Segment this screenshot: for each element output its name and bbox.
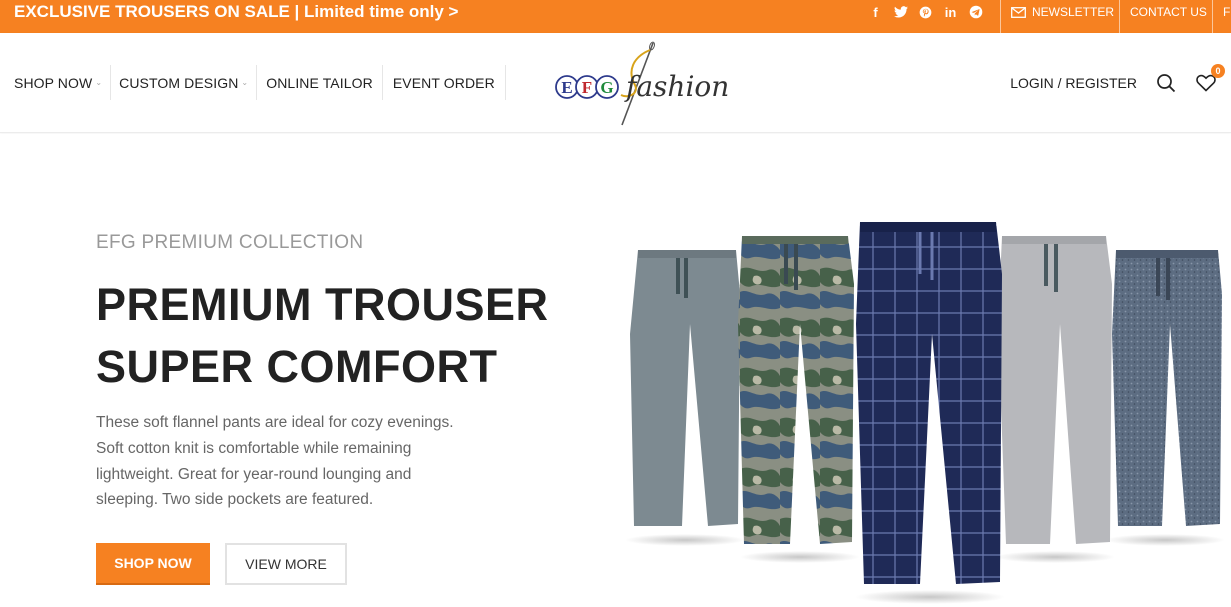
trouser-navy-plaid xyxy=(856,222,1002,584)
hero-headline-line1: PREMIUM TROUSER xyxy=(96,279,549,330)
main-nav: SHOP NOW ⌄ CUSTOM DESIGN ⌄ ONLINE TAILOR… xyxy=(0,33,506,132)
linkedin-icon[interactable]: in xyxy=(943,5,958,20)
trousers-product-image xyxy=(625,222,1225,604)
trouser-light-grey xyxy=(998,236,1112,544)
promo-topbar: EXCLUSIVE TROUSERS ON SALE | Limited tim… xyxy=(0,0,1231,33)
facebook-icon[interactable]: f xyxy=(868,5,883,20)
trouser-heather-blue xyxy=(1112,250,1222,526)
logo-word: fashion xyxy=(624,70,729,103)
nav-divider xyxy=(504,65,506,100)
logo-letter-e: E xyxy=(561,78,572,97)
twitter-icon[interactable] xyxy=(893,5,908,20)
envelope-icon xyxy=(1011,6,1026,18)
wishlist-button[interactable]: 0 xyxy=(1195,63,1225,94)
pinterest-icon[interactable] xyxy=(918,5,933,20)
site-header: SHOP NOW ⌄ CUSTOM DESIGN ⌄ ONLINE TAILOR… xyxy=(0,33,1231,133)
topbar-separator xyxy=(1119,0,1120,33)
social-links: f in xyxy=(868,0,983,24)
chevron-down-icon: ⌄ xyxy=(95,78,103,87)
topbar-separator xyxy=(1212,0,1213,33)
topbar-cut-off-link[interactable]: F xyxy=(1223,0,1230,24)
view-more-button[interactable]: VIEW MORE xyxy=(225,543,347,585)
hero-eyebrow: EFG PREMIUM COLLECTION xyxy=(96,232,364,253)
trouser-grey xyxy=(630,250,740,526)
telegram-icon[interactable] xyxy=(968,5,983,20)
nav-item-label: CUSTOM DESIGN xyxy=(119,74,239,91)
hero-description: These soft flannel pants are ideal for c… xyxy=(96,414,454,509)
efg-fashion-logo[interactable]: E F G fashion xyxy=(555,41,730,127)
nav-item-label: SHOP NOW xyxy=(14,74,93,91)
hero-section: EFG PREMIUM COLLECTION PREMIUM TROUSER S… xyxy=(0,134,1231,607)
nav-item-custom-design[interactable]: CUSTOM DESIGN ⌄ xyxy=(111,33,256,132)
nav-item-shop-now[interactable]: SHOP NOW ⌄ xyxy=(0,33,110,132)
newsletter-link[interactable]: NEWSLETTER xyxy=(1011,0,1114,24)
chevron-down-icon: ⌄ xyxy=(241,78,249,87)
topbar-separator xyxy=(1000,0,1001,33)
search-icon[interactable] xyxy=(1155,72,1177,94)
logo-letter-f: F xyxy=(582,78,592,97)
promo-link[interactable]: EXCLUSIVE TROUSERS ON SALE | Limited tim… xyxy=(14,0,458,24)
contact-us-link[interactable]: CONTACT US xyxy=(1130,0,1207,24)
hero-headline: PREMIUM TROUSER SUPER COMFORT xyxy=(96,274,549,398)
nav-item-online-tailor[interactable]: ONLINE TAILOR xyxy=(257,33,382,132)
wishlist-count-badge: 0 xyxy=(1211,63,1225,78)
nav-item-label: EVENT ORDER xyxy=(392,74,495,91)
newsletter-label: NEWSLETTER xyxy=(1032,5,1115,19)
header-actions: LOGIN / REGISTER 0 xyxy=(1010,33,1225,132)
logo-letter-g: G xyxy=(600,78,613,97)
shop-now-button[interactable]: SHOP NOW xyxy=(96,543,210,585)
trouser-camo xyxy=(738,236,854,544)
login-register-link[interactable]: LOGIN / REGISTER xyxy=(1010,75,1137,91)
nav-item-label: ONLINE TAILOR xyxy=(266,74,373,91)
hero-headline-line2: SUPER COMFORT xyxy=(96,341,498,392)
nav-item-event-order[interactable]: EVENT ORDER xyxy=(383,33,505,132)
